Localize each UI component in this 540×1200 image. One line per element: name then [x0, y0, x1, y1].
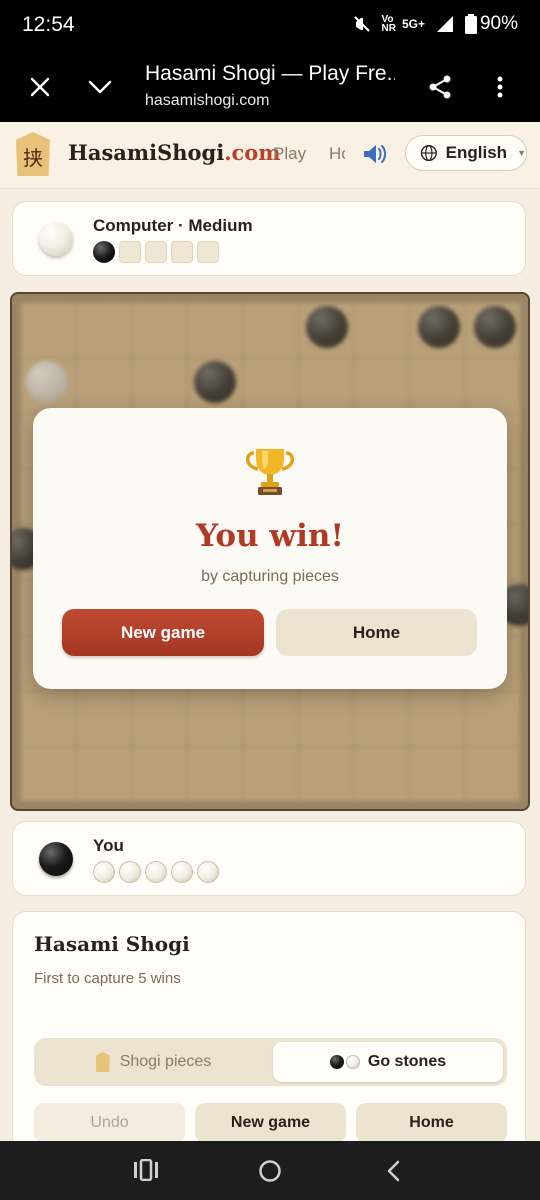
- empty-capture-slot: [145, 241, 167, 263]
- go-stones-option[interactable]: Go stones: [273, 1042, 503, 1082]
- captured-white-stone: [197, 861, 219, 883]
- status-bar: 12:54 Vo NR 5G+ 90%: [0, 0, 540, 52]
- captured-black-stone: [93, 241, 115, 263]
- trophy-icon: [242, 443, 298, 504]
- home-button[interactable]: Home: [276, 609, 477, 656]
- language-label: English: [445, 143, 508, 162]
- piece-style-toggle: Shogi pieces Go stones: [34, 1038, 507, 1086]
- back-button[interactable]: [384, 1159, 402, 1188]
- language-selector[interactable]: English ▼: [405, 135, 527, 171]
- captured-white-stone: [93, 861, 115, 883]
- game-rule: First to capture 5 wins: [34, 970, 181, 987]
- share-button[interactable]: [420, 67, 460, 107]
- clock: 12:54: [22, 13, 75, 36]
- opponent-stone-icon: [39, 222, 73, 256]
- site-brand[interactable]: HasamiShogi.com: [68, 140, 281, 165]
- win-dialog: You win! by capturing pieces New game Ho…: [33, 408, 507, 689]
- home-nav-button[interactable]: [258, 1159, 282, 1188]
- battery-icon: [464, 14, 477, 34]
- opponent-card: Computer · Medium: [12, 201, 526, 276]
- battery-indicator: 90%: [464, 13, 518, 35]
- shogi-piece-icon: [95, 1052, 110, 1072]
- close-tab-button[interactable]: [20, 67, 60, 107]
- panel-home-button[interactable]: Home: [356, 1103, 507, 1143]
- panel-new-game-button[interactable]: New game: [195, 1103, 346, 1143]
- page-title: Hasami Shogi — Play Fre...: [145, 62, 395, 85]
- win-title: You win!: [195, 518, 345, 554]
- more-vert-icon: [497, 76, 503, 98]
- player-name: You: [93, 836, 124, 855]
- empty-capture-slot: [171, 241, 193, 263]
- recents-icon: [134, 1158, 158, 1182]
- captured-white-stone: [145, 861, 167, 883]
- home-circle-icon: [259, 1160, 281, 1182]
- empty-capture-slot: [197, 241, 219, 263]
- undo-button[interactable]: Undo: [34, 1103, 185, 1143]
- speaker-icon: [364, 145, 386, 163]
- recent-apps-button[interactable]: [133, 1158, 159, 1186]
- browser-toolbar: Hasami Shogi — Play Fre... hasamishogi.c…: [0, 52, 540, 122]
- globe-icon: [420, 144, 437, 162]
- volte-indicator: Vo NR: [381, 14, 396, 34]
- player-captures: [93, 861, 219, 883]
- captured-white-stone: [119, 861, 141, 883]
- go-stones-icon: [329, 1055, 360, 1069]
- more-options-button[interactable]: [480, 67, 520, 107]
- caret-down-icon: ▼: [517, 148, 526, 158]
- share-icon: [429, 75, 451, 99]
- system-navigation-bar: [0, 1141, 540, 1200]
- system-icons: Vo NR 5G+ 90%: [352, 13, 518, 35]
- chevron-down-icon: [88, 80, 112, 94]
- player-card: You: [12, 821, 526, 896]
- sound-toggle-button[interactable]: [360, 140, 388, 173]
- new-game-button[interactable]: New game: [62, 609, 264, 656]
- network-type: 5G+: [401, 17, 425, 31]
- win-subtitle: by capturing pieces: [201, 568, 339, 585]
- opponent-captures: [93, 241, 219, 263]
- nav-play-link[interactable]: Play: [273, 144, 306, 164]
- captured-white-stone: [171, 861, 193, 883]
- nav-how-link[interactable]: How: [329, 144, 345, 164]
- close-icon: [30, 77, 50, 97]
- signal-icon: [435, 14, 455, 34]
- game-info-panel: Hasami Shogi First to capture 5 wins Sho…: [12, 911, 526, 1171]
- minimize-tab-button[interactable]: [80, 67, 120, 107]
- logo-icon[interactable]: 挟: [16, 132, 50, 176]
- player-stone-icon: [39, 842, 73, 876]
- back-chevron-icon: [387, 1160, 400, 1182]
- opponent-name: Computer · Medium: [93, 216, 253, 235]
- empty-capture-slot: [119, 241, 141, 263]
- battery-level: 90%: [479, 13, 518, 34]
- game-title: Hasami Shogi: [34, 932, 190, 956]
- go-stones-label: Go stones: [367, 1053, 447, 1070]
- shogi-pieces-label: Shogi pieces: [119, 1053, 212, 1070]
- mute-icon: [352, 14, 372, 34]
- page-url[interactable]: hasamishogi.com: [145, 92, 270, 110]
- shogi-pieces-option[interactable]: Shogi pieces: [38, 1042, 269, 1082]
